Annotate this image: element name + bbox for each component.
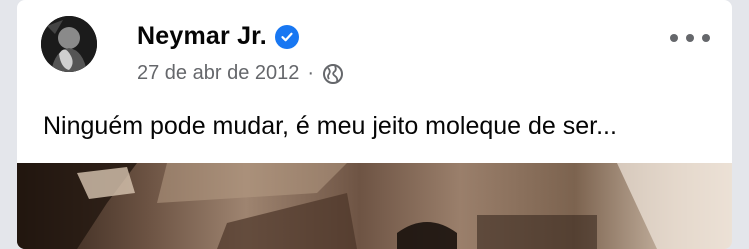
post-text: Ninguém pode mudar, é meu jeito moleque … — [43, 112, 617, 140]
more-dot — [702, 34, 710, 42]
post-card: Neymar Jr. 27 de abr de 2012 · Ninguém p… — [17, 0, 732, 249]
more-options-icon[interactable] — [670, 26, 710, 50]
verified-badge-icon — [274, 24, 299, 49]
avatar-image — [41, 16, 97, 72]
post-date[interactable]: 27 de abr de 2012 — [137, 62, 299, 85]
post-photo[interactable] — [17, 163, 732, 249]
author-avatar[interactable] — [41, 16, 97, 72]
more-dot — [670, 34, 678, 42]
author-name[interactable]: Neymar Jr. — [137, 22, 267, 51]
more-dot — [686, 34, 694, 42]
globe-icon[interactable] — [322, 63, 344, 85]
author-row: Neymar Jr. — [137, 22, 299, 51]
photo-content — [17, 163, 732, 249]
post-meta: 27 de abr de 2012 · — [137, 62, 344, 85]
meta-separator: · — [307, 62, 315, 84]
